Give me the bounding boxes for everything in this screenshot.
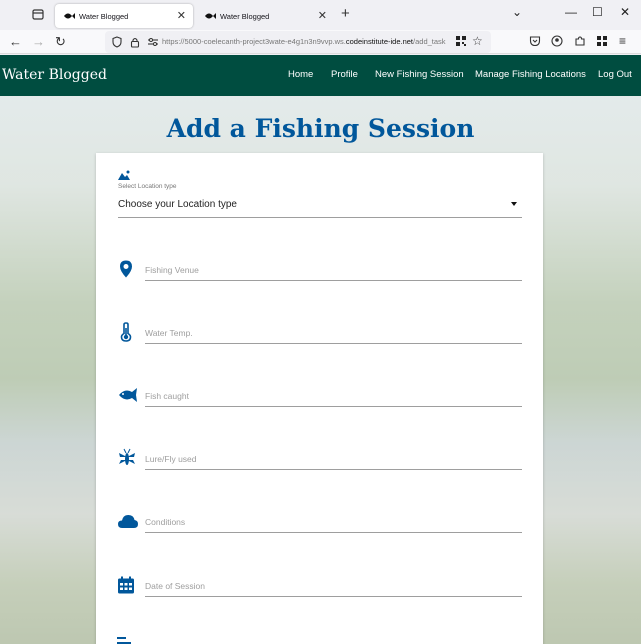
bookmark-star-icon[interactable]: ☆ [472, 34, 483, 48]
input-underline [145, 343, 522, 344]
account-icon[interactable] [551, 35, 563, 47]
new-tab-button[interactable]: + [341, 5, 350, 22]
fish-favicon-icon [64, 13, 75, 19]
fishing-venue-field: Fishing Venue [96, 259, 543, 289]
browser-nav-bar: ← → ↻ https://5000-coelecanth-project3wa… [0, 30, 641, 54]
caret-down-icon[interactable] [511, 202, 517, 206]
nav-manage-fishing-locations[interactable]: Manage Fishing Locations [475, 69, 586, 80]
brand-logo[interactable]: Water Blogged [2, 67, 107, 83]
lock-icon[interactable] [129, 36, 141, 48]
browser-tab-bar: Water Blogged ✕ Water Blogged ✕ + ⌄ — ☐ … [0, 0, 641, 30]
date-of-session-field: Date of Session [96, 575, 543, 605]
lure-fly-input[interactable]: Lure/Fly used [145, 454, 197, 464]
fishing-venue-input[interactable]: Fishing Venue [145, 265, 199, 275]
nav-log-out[interactable]: Log Out [598, 69, 632, 80]
minimize-button[interactable]: — [565, 5, 577, 19]
cloud-icon [118, 515, 138, 528]
url-prefix: https://5000-coelecanth-project3wate-e4g… [162, 37, 346, 46]
input-underline [145, 532, 522, 533]
fish-caught-input[interactable]: Fish caught [145, 391, 189, 401]
web-page: Water Blogged Home Profile New Fishing S… [0, 55, 641, 644]
nav-new-fishing-session[interactable]: New Fishing Session [375, 69, 464, 80]
location-pin-icon [120, 260, 132, 278]
reload-button[interactable]: ↻ [55, 34, 66, 50]
tab-list-icon[interactable] [28, 7, 48, 23]
extensions-puzzle-icon[interactable] [574, 35, 586, 47]
site-header: Water Blogged Home Profile New Fishing S… [0, 55, 641, 96]
calendar-icon [118, 576, 134, 594]
input-underline [145, 469, 522, 470]
apps-grid-icon[interactable] [596, 35, 608, 47]
lure-fly-field: Lure/Fly used [96, 448, 543, 478]
input-underline [145, 406, 522, 407]
fish-favicon-icon [205, 13, 216, 19]
session-form-card: Select Location type Choose your Locatio… [96, 153, 543, 644]
permissions-icon[interactable] [147, 36, 159, 48]
tab-title: Water Blogged [220, 11, 270, 21]
conditions-field: Conditions [96, 511, 543, 541]
landscape-icon [118, 170, 130, 180]
notes-icon [117, 637, 131, 644]
close-window-button[interactable]: ✕ [620, 5, 630, 19]
thermometer-icon [120, 322, 132, 342]
nav-profile[interactable]: Profile [331, 69, 358, 80]
water-temp-input[interactable]: Water Temp. [145, 328, 193, 338]
page-title: Add a Fishing Session [166, 114, 475, 143]
fish-caught-field: Fish caught [96, 385, 543, 415]
back-button[interactable]: ← [9, 34, 22, 49]
tab-close-icon[interactable]: ✕ [318, 9, 327, 22]
fly-icon [119, 448, 135, 465]
input-underline [145, 596, 522, 597]
hamburger-menu-icon[interactable]: ≡ [619, 34, 626, 48]
url-text[interactable]: https://5000-coelecanth-project3wate-e4g… [162, 37, 446, 46]
url-path: /add_task [413, 37, 446, 46]
fish-icon [119, 388, 137, 402]
conditions-input[interactable]: Conditions [145, 517, 185, 527]
qr-code-icon[interactable] [455, 35, 467, 47]
tab-title: Water Blogged [79, 11, 129, 21]
url-domain: codeinstitute-ide.net [345, 37, 414, 46]
tab-close-icon[interactable]: ✕ [177, 9, 186, 22]
nav-home[interactable]: Home [288, 69, 313, 80]
tab-overflow-chevron-icon[interactable]: ⌄ [512, 5, 522, 19]
browser-tab[interactable]: Water Blogged ✕ [196, 4, 334, 28]
pocket-icon[interactable] [529, 35, 541, 47]
location-type-select[interactable]: Choose your Location type [118, 199, 237, 210]
forward-button[interactable]: → [32, 34, 45, 49]
shield-icon[interactable] [111, 36, 123, 48]
browser-tab-active[interactable]: Water Blogged ✕ [55, 4, 193, 28]
water-temp-field: Water Temp. [96, 322, 543, 352]
select-underline [118, 217, 522, 218]
maximize-button[interactable]: ☐ [592, 5, 603, 19]
location-type-label: Select Location type [118, 183, 177, 190]
date-of-session-input[interactable]: Date of Session [145, 581, 205, 591]
input-underline [145, 280, 522, 281]
